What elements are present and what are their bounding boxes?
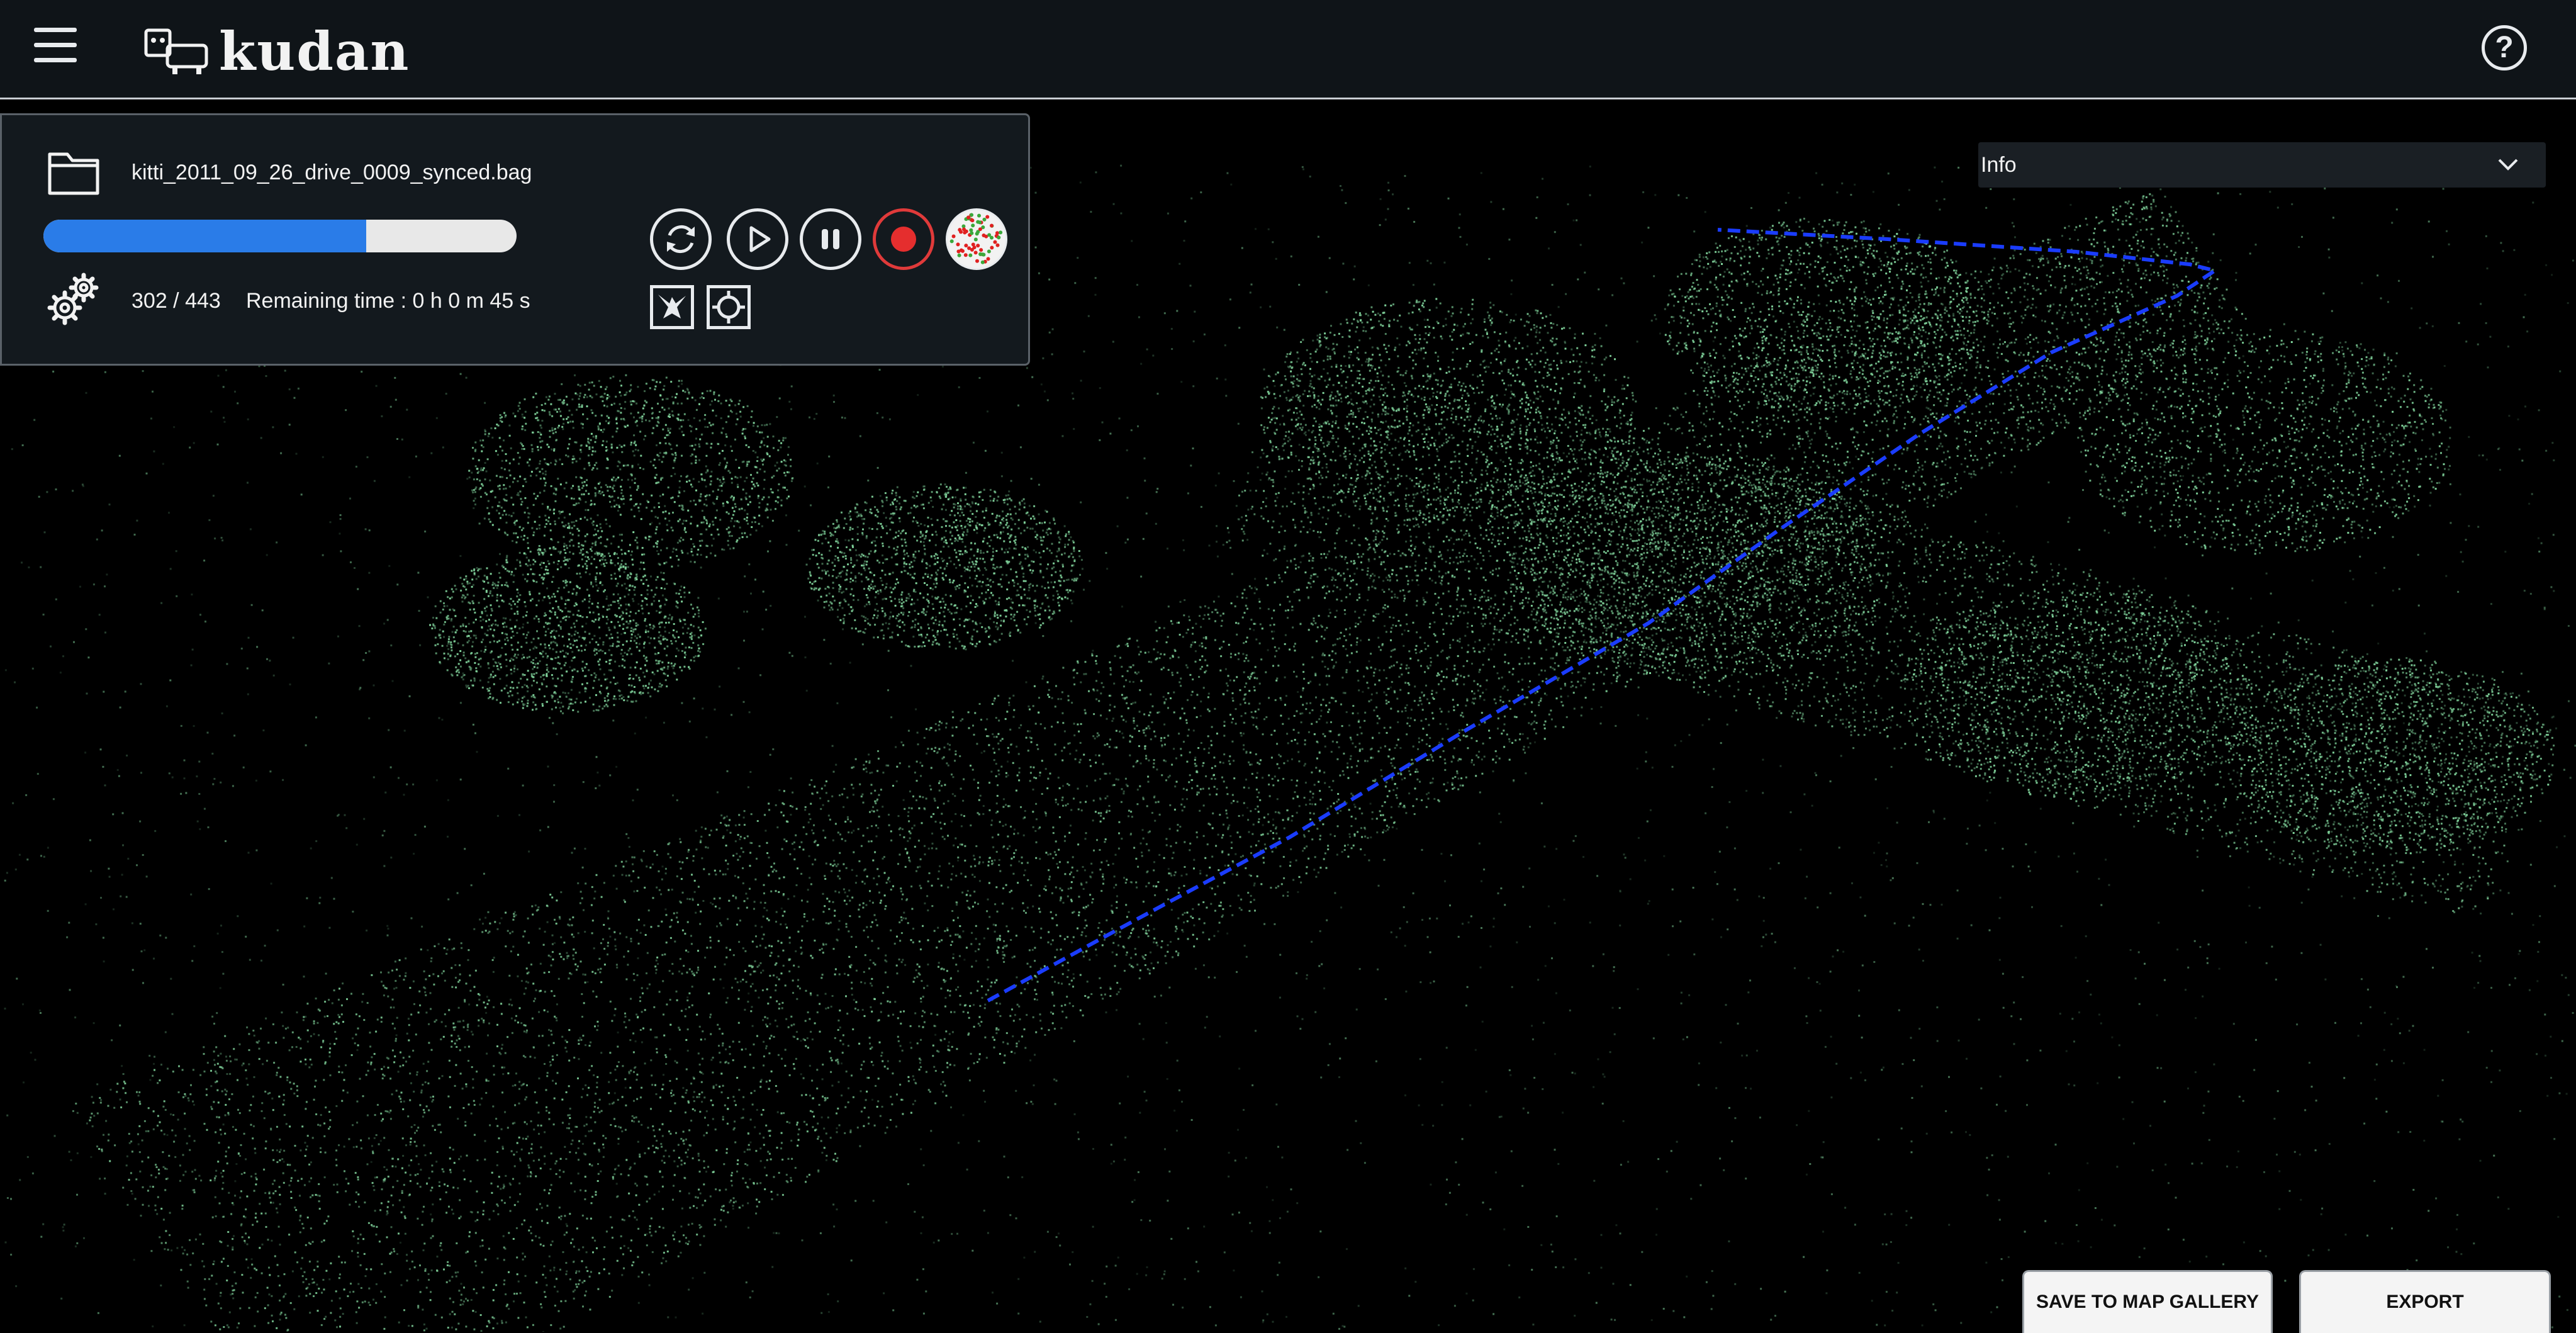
record-button[interactable]: [873, 208, 934, 270]
center-target-button[interactable]: [707, 285, 751, 329]
hamburger-menu-icon[interactable]: [34, 28, 77, 63]
info-dropdown[interactable]: Info: [1978, 142, 2546, 188]
play-button[interactable]: [727, 208, 788, 270]
export-button[interactable]: EXPORT: [2299, 1270, 2551, 1333]
bird-view-button[interactable]: [650, 285, 694, 329]
info-dropdown-label: Info: [1981, 142, 2017, 188]
record-icon: [891, 227, 916, 252]
help-icon[interactable]: ?: [2482, 25, 2527, 70]
point-cloud-toggle-button[interactable]: [946, 208, 1007, 270]
reset-icon: [653, 211, 708, 267]
settings-gears-icon[interactable]: [45, 266, 108, 329]
logo-text: kudan: [219, 21, 410, 82]
top-bar: kudan ?: [0, 0, 2576, 99]
pause-icon: [803, 211, 858, 267]
playback-panel: kitti_2011_09_26_drive_0009_synced.bag 3…: [0, 113, 1030, 366]
file-name: kitti_2011_09_26_drive_0009_synced.bag: [132, 160, 532, 185]
frame-counter: 302 / 443: [132, 289, 221, 313]
kudan-mascot-icon: [142, 26, 211, 77]
folder-icon[interactable]: [46, 148, 101, 197]
reset-button[interactable]: [650, 208, 712, 270]
progress-bar[interactable]: [43, 220, 517, 252]
progress-fill: [43, 220, 366, 252]
save-to-map-gallery-button[interactable]: SAVE TO MAP GALLERY: [2022, 1270, 2273, 1333]
target-icon: [710, 288, 748, 326]
point-cloud-icon: [948, 210, 1005, 268]
kudan-logo: kudan: [142, 21, 410, 82]
play-icon: [730, 211, 785, 267]
pause-button[interactable]: [800, 208, 861, 270]
bird-view-icon: [653, 288, 691, 326]
chevron-down-icon: [2497, 157, 2519, 172]
remaining-time: Remaining time : 0 h 0 m 45 s: [246, 289, 530, 313]
